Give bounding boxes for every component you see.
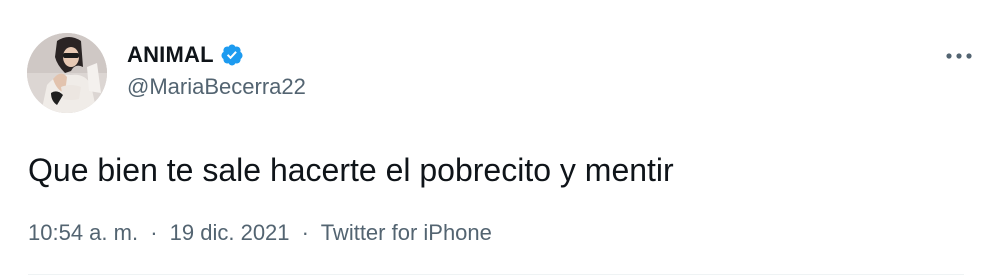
meta-separator: · xyxy=(150,220,158,245)
tweet-source[interactable]: Twitter for iPhone xyxy=(321,220,492,245)
avatar[interactable] xyxy=(27,33,107,113)
author-block: ANIMAL @MariaBecerra22 xyxy=(127,42,306,100)
display-name[interactable]: ANIMAL xyxy=(127,42,214,68)
tweet-date[interactable]: 19 dic. 2021 xyxy=(170,220,290,245)
user-handle[interactable]: @MariaBecerra22 xyxy=(127,74,306,100)
tweet-time[interactable]: 10:54 a. m. xyxy=(28,220,138,245)
meta-separator: · xyxy=(301,220,309,245)
more-options-icon[interactable] xyxy=(944,46,974,66)
tweet-meta: 10:54 a. m. · 19 dic. 2021 · Twitter for… xyxy=(28,220,492,246)
verified-badge-icon xyxy=(220,43,244,67)
divider xyxy=(28,274,964,275)
name-row: ANIMAL xyxy=(127,42,306,68)
profile-photo-icon xyxy=(27,33,107,113)
tweet-text: Que bien te sale hacerte el pobrecito y … xyxy=(28,152,674,188)
tweet-card: ANIMAL @MariaBecerra22 Que bien te sale … xyxy=(0,0,992,279)
